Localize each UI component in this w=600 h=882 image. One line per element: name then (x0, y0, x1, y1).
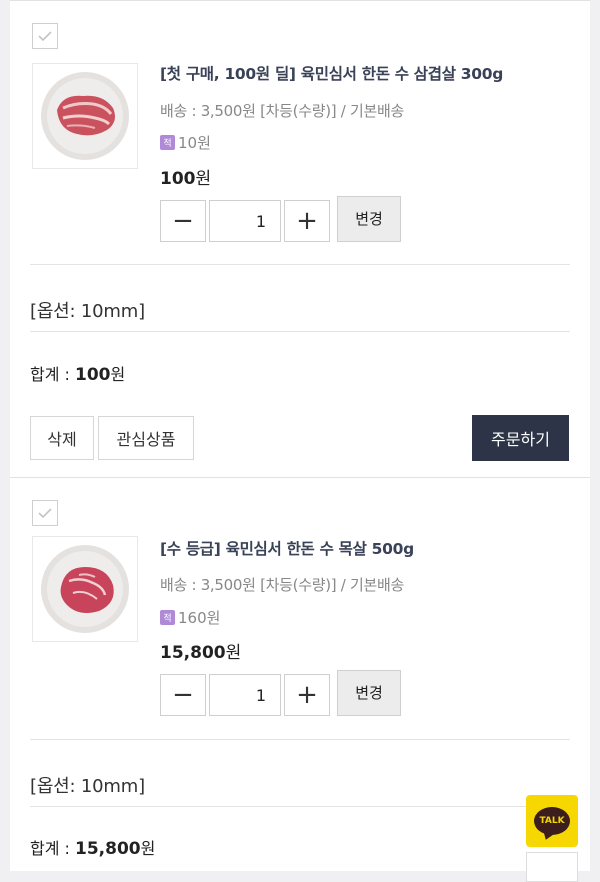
decrease-qty-button[interactable]: − (160, 200, 206, 242)
minus-icon: − (172, 206, 194, 236)
price-unit: 원 (225, 643, 242, 663)
points-badge-icon: 적 (160, 610, 175, 625)
quantity-stepper: − + 변경 (160, 196, 401, 242)
product-title[interactable]: [첫 구매, 100원 딜] 육민심서 한돈 수 삼겹살 300g (160, 62, 503, 84)
increase-qty-button[interactable]: + (284, 674, 330, 716)
total-label: 합계 : (30, 839, 76, 858)
kakao-talk-label: TALK (539, 816, 565, 826)
delete-button[interactable]: 삭제 (30, 416, 94, 460)
product-thumbnail[interactable] (32, 63, 138, 169)
decrease-qty-button[interactable]: − (160, 674, 206, 716)
quantity-input[interactable] (209, 674, 281, 716)
shipping-info: 배송 : 3,500원 [차등(수량)] / 기본배송 (160, 102, 404, 120)
total-number: 100 (75, 365, 111, 385)
total-unit: 원 (110, 365, 126, 384)
item-total: 합계 : 15,800원 (30, 835, 155, 859)
divider (30, 806, 570, 807)
order-button[interactable]: 주문하기 (472, 415, 569, 461)
quantity-input[interactable] (209, 200, 281, 242)
wishlist-button[interactable]: 관심상품 (98, 416, 194, 460)
cart-item-1: [첫 구매, 100원 딜] 육민심서 한돈 수 삼겹살 300g 배송 : 3… (10, 0, 590, 477)
change-qty-button[interactable]: 변경 (337, 196, 401, 242)
change-qty-button[interactable]: 변경 (337, 670, 401, 716)
total-unit: 원 (140, 839, 156, 858)
chat-bubble-icon: TALK (534, 807, 570, 842)
points-value: 10원 (178, 134, 211, 152)
item-checkbox[interactable] (32, 500, 58, 526)
points-info: 적 10원 (160, 132, 211, 153)
cart-item-2: [수 등급] 육민심서 한돈 수 목살 500g 배송 : 3,500원 [차등… (10, 477, 590, 871)
increase-qty-button[interactable]: + (284, 200, 330, 242)
price-number: 15,800 (160, 643, 226, 663)
minus-icon: − (172, 680, 194, 710)
product-price: 15,800원 (160, 638, 241, 663)
shipping-info: 배송 : 3,500원 [차등(수량)] / 기본배송 (160, 576, 404, 594)
product-price: 100원 (160, 164, 211, 189)
product-title[interactable]: [수 등급] 육민심서 한돈 수 목살 500g (160, 537, 414, 559)
option-text: [옵션: 10mm] (30, 776, 145, 797)
pork-neck-icon (41, 545, 129, 633)
checkmark-icon (38, 508, 52, 519)
item-total: 합계 : 100원 (30, 361, 125, 385)
divider (30, 264, 570, 265)
plus-icon: + (296, 206, 318, 236)
item-checkbox[interactable] (32, 23, 58, 49)
checkmark-icon (38, 31, 52, 42)
product-thumbnail[interactable] (32, 536, 138, 642)
points-badge-icon: 적 (160, 135, 175, 150)
plus-icon: + (296, 680, 318, 710)
price-number: 100 (160, 169, 196, 189)
points-info: 적 160원 (160, 607, 220, 628)
pork-belly-icon (41, 72, 129, 160)
quantity-stepper: − + 변경 (160, 670, 401, 716)
divider (30, 739, 570, 740)
scroll-top-button[interactable] (526, 852, 578, 882)
divider (30, 331, 570, 332)
price-unit: 원 (195, 169, 212, 189)
total-number: 15,800 (75, 839, 141, 859)
total-label: 합계 : (30, 365, 76, 384)
option-text: [옵션: 10mm] (30, 301, 145, 322)
points-value: 160원 (178, 609, 221, 627)
kakao-talk-button[interactable]: TALK (526, 795, 578, 847)
